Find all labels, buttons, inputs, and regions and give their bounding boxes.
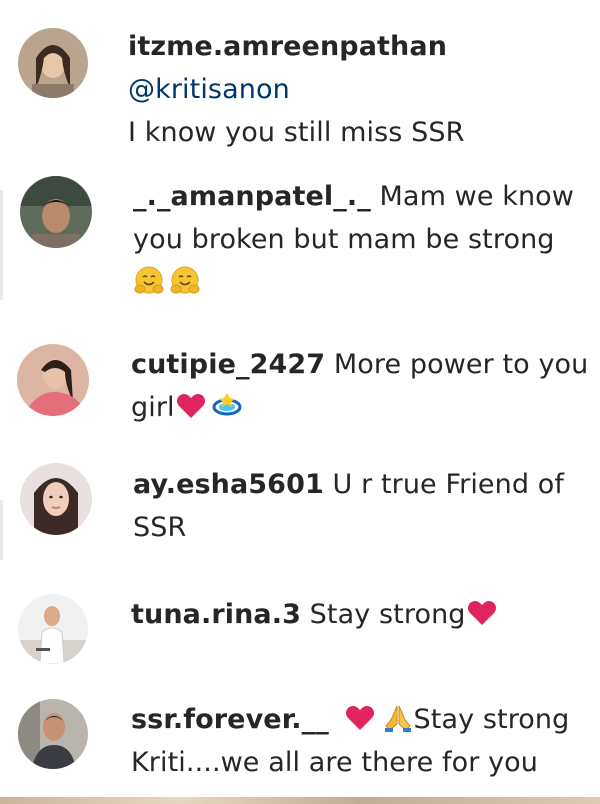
comment-text: ssr.forever.__ Stay strong Kriti....we a…: [131, 698, 596, 784]
avatar[interactable]: [18, 699, 88, 769]
comment-body: SSR: [133, 512, 187, 543]
dizzy-swirl-icon: [211, 390, 243, 422]
username-link[interactable]: cutipie_2427: [131, 349, 325, 380]
comment-body: U r true Friend of: [332, 469, 564, 500]
comment-body: you broken but mam be strong: [133, 224, 555, 255]
red-heart-icon: [175, 390, 207, 422]
comment-body: Kriti....we all are there for you: [131, 747, 539, 778]
folded-hands-icon: [382, 702, 414, 734]
edge-divider: [0, 190, 3, 300]
comment-text: cutipie_2427 More power to you girl: [131, 343, 596, 429]
comment-body: Stay strong: [309, 599, 466, 630]
edge-divider: [0, 500, 3, 560]
red-heart-icon: [466, 597, 498, 629]
username-link[interactable]: itzme.amreenpathan: [128, 31, 447, 62]
comment-body: Stay strong: [413, 704, 570, 735]
hugging-face-icon: [133, 265, 165, 297]
comment-body: Mam we know: [379, 181, 574, 212]
red-heart-icon: [344, 702, 376, 734]
username-link[interactable]: ssr.forever.__: [131, 704, 329, 735]
avatar[interactable]: [18, 594, 88, 664]
comment-text: ay.esha5601 U r true Friend of SSR: [133, 463, 593, 549]
username-link[interactable]: tuna.rina.3: [131, 599, 301, 630]
avatar[interactable]: [20, 176, 92, 248]
hugging-face-icon: [169, 265, 201, 297]
mention-link[interactable]: @kritisanon: [128, 74, 290, 105]
avatar[interactable]: [20, 463, 92, 535]
avatar[interactable]: [18, 28, 88, 98]
comment-body: girl: [131, 392, 175, 423]
bottom-edge: [0, 797, 600, 804]
comment-text: _._amanpatel_._ Mam we know you broken b…: [133, 175, 593, 304]
username-link[interactable]: _._amanpatel_._: [133, 181, 371, 212]
username-link[interactable]: ay.esha5601: [133, 469, 324, 500]
comment-body: I know you still miss SSR: [128, 117, 465, 148]
avatar[interactable]: [17, 344, 89, 416]
comment-text: itzme.amreenpathan @kritisanon I know yo…: [128, 25, 598, 154]
comment-body: More power to you: [333, 349, 589, 380]
comment-text: tuna.rina.3 Stay strong: [131, 593, 596, 636]
